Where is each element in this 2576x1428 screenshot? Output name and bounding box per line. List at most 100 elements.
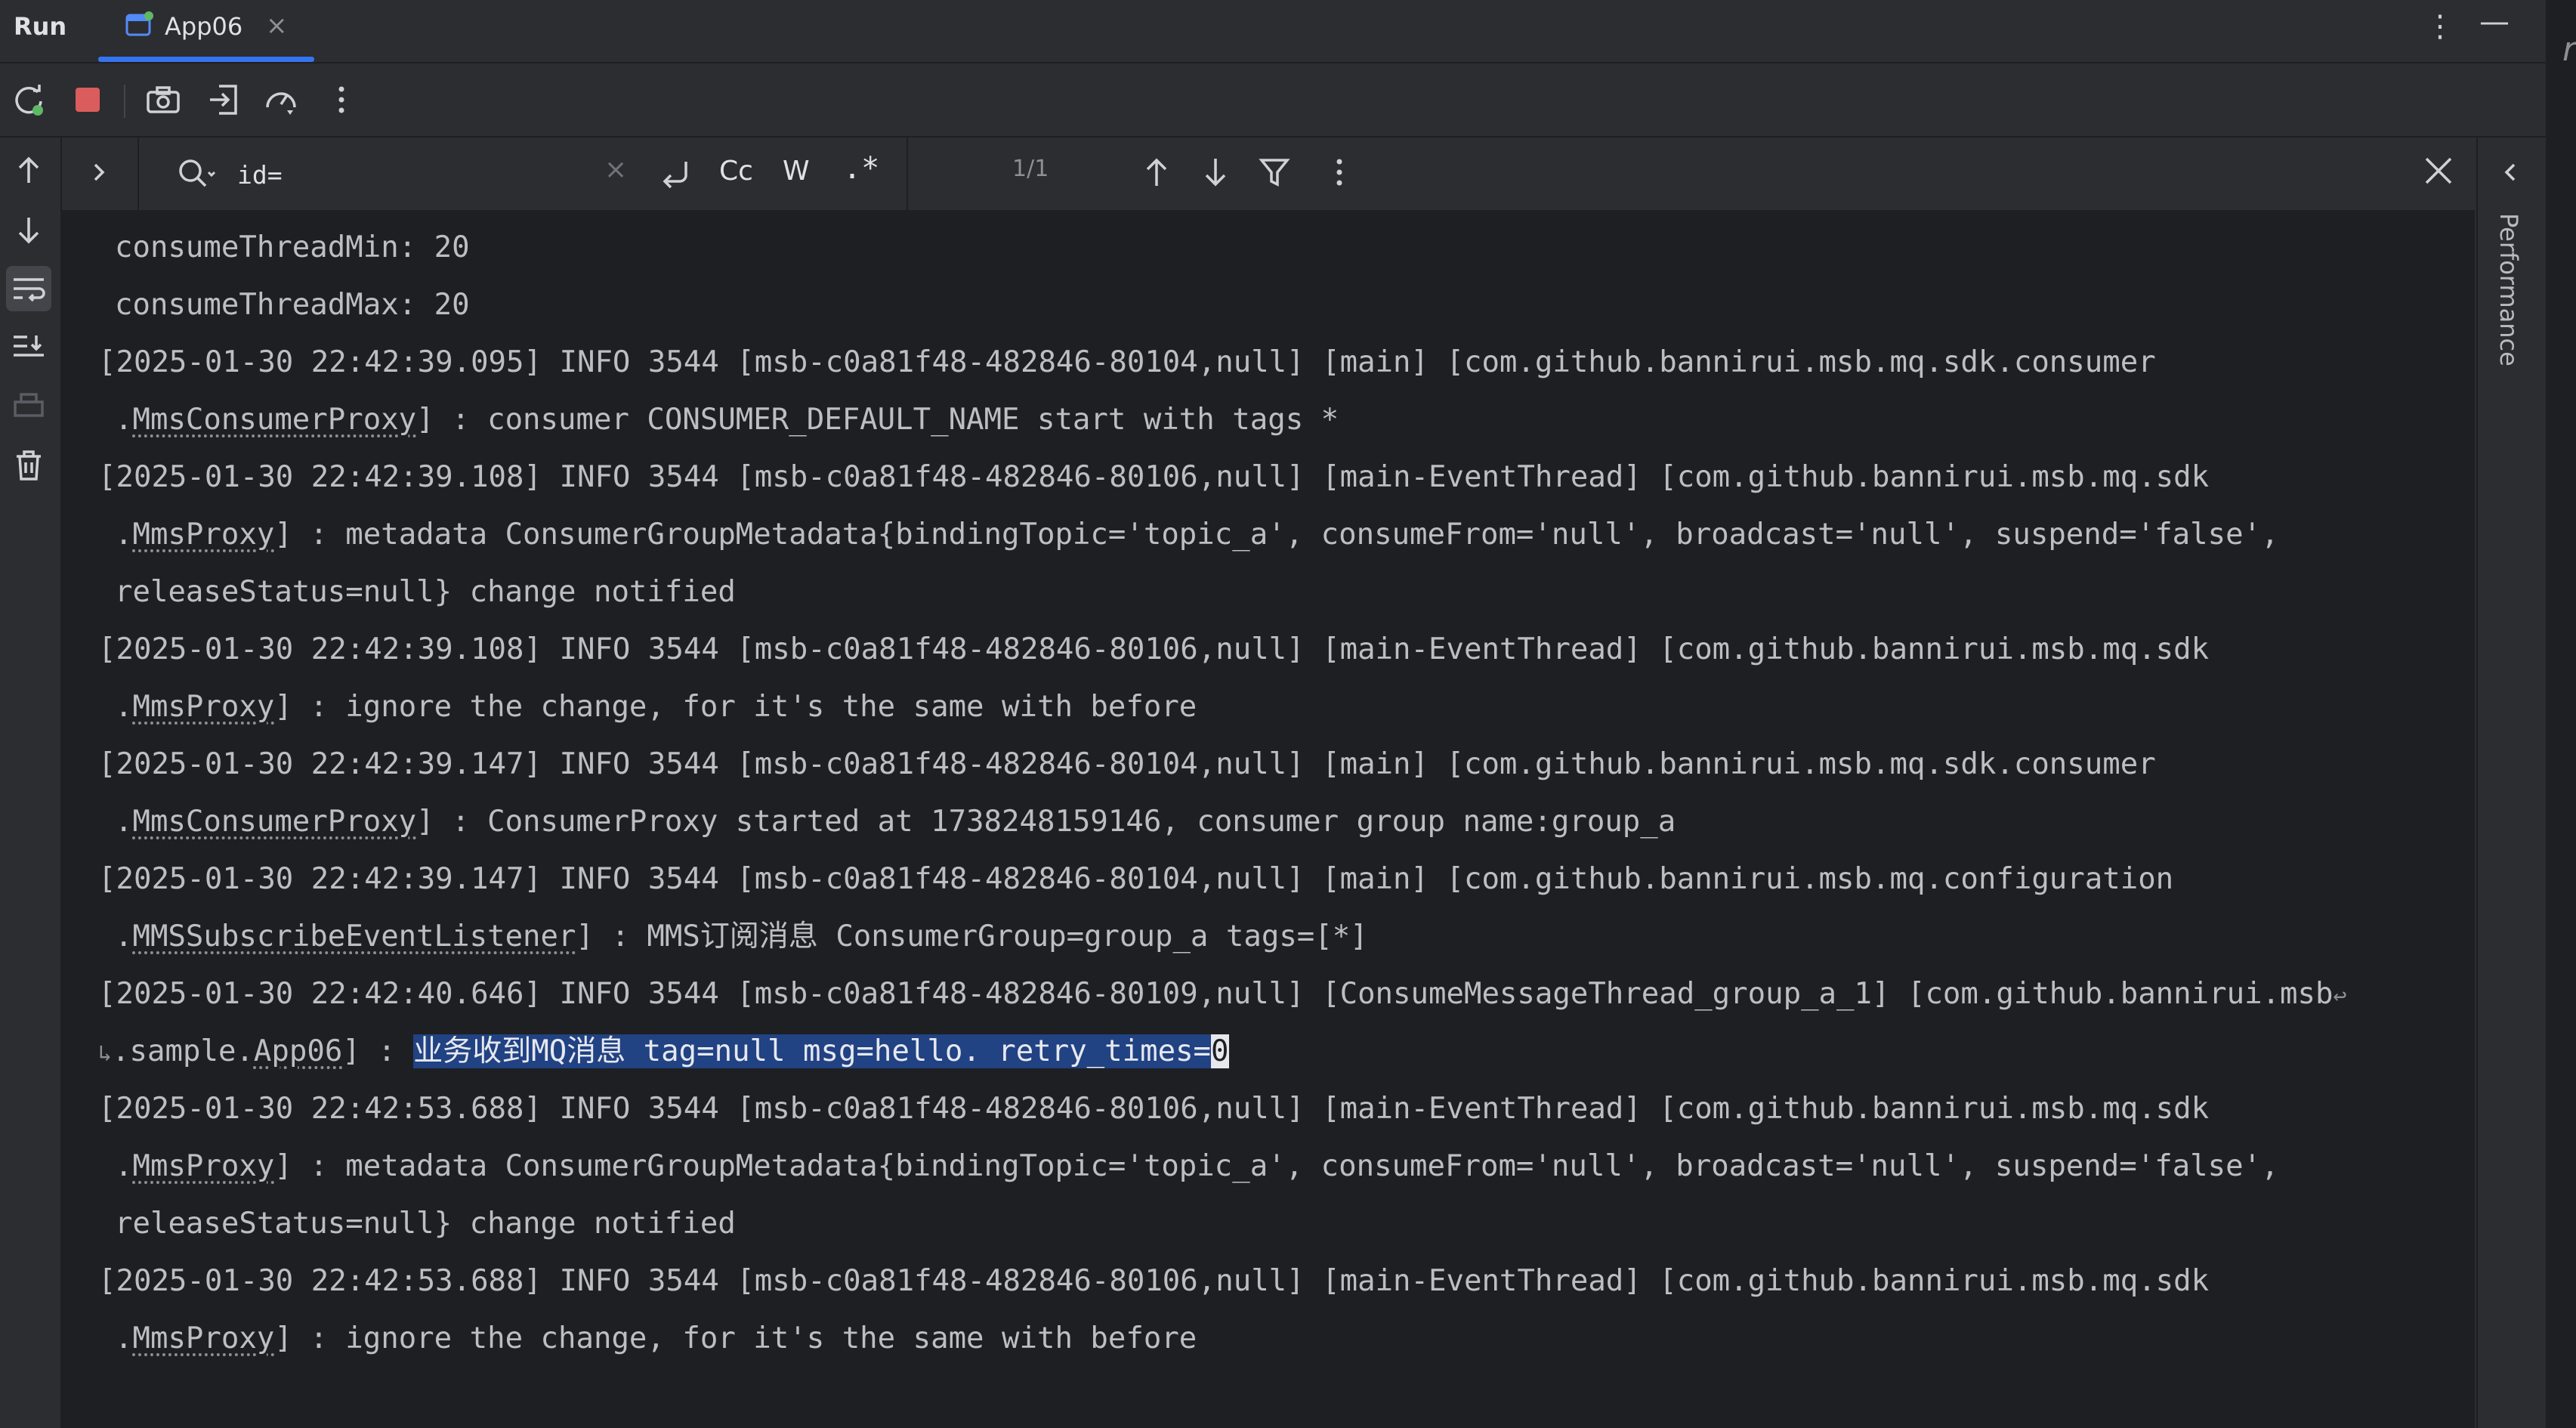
console-line: [2025-01-30 22:42:53.688] INFO 3544 [msb… (98, 1080, 2470, 1138)
whole-words-toggle[interactable]: W (783, 156, 810, 187)
login-icon[interactable] (205, 82, 242, 118)
more-vertical-icon[interactable] (323, 82, 360, 118)
window-edge (2546, 0, 2576, 1428)
console-text: . (115, 805, 133, 839)
match-case-toggle[interactable]: Cc (719, 156, 753, 187)
stop-icon[interactable] (69, 82, 106, 118)
clear-search-icon[interactable]: × (604, 154, 627, 185)
soft-wrap-icon: ↩ (2333, 983, 2347, 1009)
print-icon (14, 393, 44, 417)
gauge-icon[interactable] (263, 82, 299, 118)
class-link[interactable]: MmsConsumerProxy (132, 805, 416, 839)
console-line: [2025-01-30 22:42:39.108] INFO 3544 [msb… (98, 449, 2470, 506)
console-text: [2025-01-30 22:42:53.688] INFO 3544 [msb… (98, 1264, 2210, 1298)
console-text: [2025-01-30 22:42:39.147] INFO 3544 [msb… (98, 862, 2174, 896)
console-line: .MmsProxy] : metadata ConsumerGroupMetad… (98, 1138, 2470, 1195)
app-icon (125, 11, 153, 36)
console-text: ] : MMS订阅消息 ConsumerGroup=group_a tags=[… (576, 920, 1368, 954)
console-text: ] : (342, 1034, 414, 1068)
more-options-icon[interactable]: ⋮ (2425, 9, 2455, 44)
soft-wrap-icon[interactable] (6, 266, 51, 311)
class-link[interactable]: MMSSubscribeEventListener (132, 920, 576, 954)
active-tab-indicator (98, 57, 314, 62)
scroll-to-end-icon[interactable] (6, 325, 51, 370)
console-text: ] : metadata ConsumerGroupMetadata{bindi… (274, 518, 2279, 552)
console-text: . (115, 1321, 133, 1355)
previous-occurrence-icon[interactable] (1138, 153, 1175, 192)
class-link[interactable]: MmsProxy (132, 518, 274, 552)
find-separator (907, 138, 908, 210)
console-text: [2025-01-30 22:42:39.108] INFO 3544 [msb… (98, 460, 2210, 494)
class-link[interactable]: MmsProxy (132, 1149, 274, 1183)
console-line: consumeThreadMax: 20 (98, 277, 2470, 334)
text-cursor: 0 (1211, 1034, 1229, 1068)
console-line: [2025-01-30 22:42:39.147] INFO 3544 [msb… (98, 736, 2470, 793)
soft-wrap-icon: ↳ (98, 1040, 113, 1067)
tab-app06[interactable]: App06 × (98, 0, 314, 62)
arrow-up-icon[interactable] (6, 148, 51, 193)
console-text: [2025-01-30 22:42:39.147] INFO 3544 [msb… (98, 747, 2156, 781)
chevron-left-icon[interactable] (2496, 157, 2526, 187)
console-text: . (115, 403, 133, 437)
console-line: [2025-01-30 22:42:53.688] INFO 3544 [msb… (98, 1253, 2470, 1310)
find-bar: × Cc W .* 1/1 (62, 138, 2475, 212)
next-occurrence-icon[interactable] (1197, 153, 1234, 192)
match-count: 1/1 (1012, 156, 1049, 182)
chevron-right-icon[interactable] (85, 157, 115, 187)
class-link[interactable]: MmsProxy (132, 690, 274, 724)
console-line: .MMSSubscribeEventListener] : MMS订阅消息 Co… (98, 908, 2470, 966)
camera-icon[interactable] (145, 82, 181, 118)
console-line: .MmsProxy] : metadata ConsumerGroupMetad… (98, 506, 2470, 564)
console-line: consumeThreadMin: 20 (98, 219, 2470, 277)
rerun-icon[interactable] (11, 82, 47, 118)
search-icon[interactable] (175, 156, 219, 192)
class-link[interactable]: MmsConsumerProxy (132, 403, 416, 437)
more-vertical-icon[interactable] (1320, 153, 1358, 192)
console-text: ] : consumer CONSUMER_DEFAULT_NAME start… (416, 403, 1339, 437)
console-text: consumeThreadMin: 20 (115, 230, 470, 264)
console-text: ] : ConsumerProxy started at 17382481591… (416, 805, 1676, 839)
console-text: ] : metadata ConsumerGroupMetadata{bindi… (274, 1149, 2279, 1183)
console-text: [2025-01-30 22:42:53.688] INFO 3544 [msb… (98, 1092, 2210, 1126)
selected-text: 业务收到MQ消息 tag=null msg=hello. retry_times… (413, 1034, 1212, 1068)
console-line: .MmsConsumerProxy] : consumer CONSUMER_D… (98, 391, 2470, 449)
new-line-icon[interactable] (656, 154, 693, 192)
close-icon[interactable] (2419, 151, 2458, 190)
search-input[interactable] (236, 151, 647, 198)
console-side-toolbar (0, 138, 62, 1428)
trash-icon[interactable] (6, 443, 51, 488)
console-line: ↳.sample.App06] : 业务收到MQ消息 tag=null msg=… (98, 1023, 2470, 1080)
console-text: . (115, 518, 133, 552)
console-line: .MmsProxy] : ignore the change, for it's… (98, 1310, 2470, 1368)
tab-bar: Run App06 × ⋮ — (0, 0, 2546, 63)
console-text: ] : ignore the change, for it's the same… (274, 1321, 1197, 1355)
console-text: [2025-01-30 22:42:39.095] INFO 3544 [msb… (98, 345, 2156, 379)
run-tool-window-title: Run (14, 12, 67, 41)
minimize-icon[interactable]: — (2479, 5, 2510, 39)
run-toolbar (0, 63, 2546, 138)
console-text: releaseStatus=null} change notified (115, 575, 736, 609)
console-text: [2025-01-30 22:42:40.646] INFO 3544 [msb… (98, 977, 2334, 1011)
console-text: .sample. (112, 1034, 254, 1068)
console-text: . (115, 920, 133, 954)
console-line: [2025-01-30 22:42:39.147] INFO 3544 [msb… (98, 851, 2470, 908)
class-link[interactable]: App06 (254, 1034, 342, 1068)
console-text: . (115, 1149, 133, 1183)
filter-icon[interactable] (1256, 153, 1293, 192)
right-tool-strip: Performance (2476, 138, 2547, 1428)
find-separator (137, 138, 139, 210)
console-line: releaseStatus=null} change notified (98, 1195, 2470, 1253)
console-output[interactable]: consumeThreadMin: 20 consumeThreadMax: 20… (62, 212, 2475, 1428)
class-link[interactable]: MmsProxy (132, 1321, 274, 1355)
console-text: consumeThreadMax: 20 (115, 288, 470, 322)
arrow-down-icon[interactable] (6, 207, 51, 252)
tab-close-icon[interactable]: × (266, 11, 288, 41)
performance-panel-tab[interactable]: Performance (2494, 213, 2523, 366)
console-line: releaseStatus=null} change notified (98, 564, 2470, 621)
regex-toggle[interactable]: .* (843, 151, 879, 186)
console-line: .MmsConsumerProxy] : ConsumerProxy start… (98, 793, 2470, 851)
console-text: ] : ignore the change, for it's the same… (274, 690, 1197, 724)
console-line: [2025-01-30 22:42:39.108] INFO 3544 [msb… (98, 621, 2470, 678)
window-edge-glyph: r (2562, 30, 2576, 69)
tab-label: App06 (165, 12, 243, 41)
